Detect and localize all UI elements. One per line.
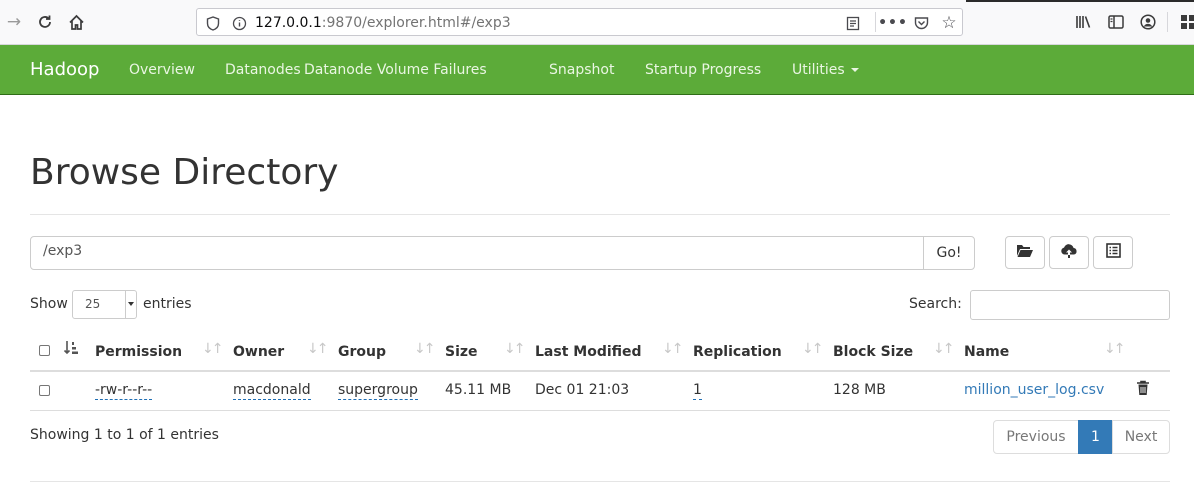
nav-datanodes[interactable]: Datanodes (225, 62, 301, 78)
sort-icon[interactable]: ↓↑ (414, 341, 436, 357)
column-header-replication[interactable]: Replication (693, 344, 782, 360)
list-alt-icon (1105, 243, 1121, 262)
next-page-button[interactable]: Next (1112, 420, 1170, 454)
url-text[interactable]: 127.0.0.1:9870/explorer.html#/exp3 (255, 15, 511, 31)
sort-icon[interactable]: ↓↑ (202, 341, 224, 357)
cell-owner[interactable]: macdonald (233, 382, 311, 400)
url-bar[interactable]: 127.0.0.1:9870/explorer.html#/exp3 ••• ☆ (196, 8, 963, 36)
column-header-owner[interactable]: Owner (233, 344, 284, 360)
search-input[interactable] (970, 290, 1170, 320)
group-value: supergroup (338, 382, 418, 400)
column-header-group[interactable]: Group (338, 344, 386, 360)
select-arrow-icon (125, 291, 136, 318)
nav-datanode-volume-failures[interactable]: Datanode Volume Failures (304, 62, 487, 78)
reader-view-icon[interactable] (843, 13, 863, 33)
page-length-select[interactable]: 25 (72, 290, 137, 319)
caret-down-icon (850, 68, 859, 72)
folder-open-icon (1016, 243, 1034, 262)
account-icon[interactable] (1137, 11, 1159, 33)
entries-label: entries (143, 296, 192, 312)
search-label: Search: (909, 296, 962, 312)
pocket-icon[interactable] (911, 13, 931, 33)
column-header-last-modified[interactable]: Last Modified (535, 344, 642, 360)
delete-trash-icon[interactable] (1136, 380, 1150, 400)
sort-icon[interactable]: ↓↑ (662, 341, 684, 357)
table-header-divider (30, 370, 1170, 372)
cell-replication[interactable]: 1 (693, 382, 702, 400)
browser-toolbar: → 127.0.0.1:9870/explorer.html#/exp3 •••… (0, 0, 1194, 45)
page-1-button[interactable]: 1 (1078, 420, 1113, 454)
nav-startup-progress[interactable]: Startup Progress (645, 62, 761, 78)
nav-snapshot[interactable]: Snapshot (549, 62, 614, 78)
more-actions-icon[interactable]: ••• (878, 13, 907, 33)
sort-icon[interactable]: ↓↑ (307, 341, 329, 357)
nav-utilities-label: Utilities (792, 62, 845, 78)
info-icon[interactable] (229, 13, 249, 33)
go-button[interactable]: Go! (923, 236, 975, 270)
nav-utilities-dropdown[interactable]: Utilities (792, 62, 859, 78)
page-title: Browse Directory (30, 152, 339, 193)
previous-page-button[interactable]: Previous (993, 420, 1079, 454)
sort-icon[interactable]: ↓↑ (802, 341, 824, 357)
page-length-value: 25 (85, 297, 101, 311)
select-all-checkbox[interactable] (39, 345, 50, 356)
column-header-block-size[interactable]: Block Size (833, 344, 913, 360)
bookmark-star-icon[interactable]: ☆ (939, 13, 959, 33)
sort-icon[interactable]: ↓↑ (933, 341, 955, 357)
sort-icon[interactable]: ↓↑ (504, 341, 526, 357)
cell-last-modified: Dec 01 21:03 (535, 382, 630, 398)
tab-strip-edge (966, 0, 1194, 2)
file-name-link[interactable]: million_user_log.csv (964, 382, 1104, 398)
directory-path-input[interactable]: /exp3 (30, 236, 924, 270)
column-header-permission[interactable]: Permission (95, 344, 182, 360)
cloud-upload-icon (1060, 243, 1078, 262)
column-header-size[interactable]: Size (445, 344, 478, 360)
create-directory-button[interactable] (1005, 236, 1045, 269)
cell-block-size: 128 MB (833, 382, 886, 398)
cell-group[interactable]: supergroup (338, 382, 418, 400)
reload-icon[interactable] (34, 11, 56, 33)
table-info: Showing 1 to 1 of 1 entries (30, 427, 219, 443)
replication-value: 1 (693, 382, 702, 400)
library-icon[interactable] (1072, 11, 1094, 33)
cell-size: 45.11 MB (445, 382, 512, 398)
sidebar-icon[interactable] (1105, 11, 1127, 33)
upload-button[interactable] (1049, 236, 1089, 269)
show-label: Show (30, 296, 68, 312)
sort-icon[interactable]: ↓↑ (1104, 341, 1126, 357)
cut-paste-button[interactable] (1093, 236, 1133, 269)
table-row-divider (30, 410, 1170, 411)
home-icon[interactable] (65, 11, 87, 33)
cell-permission[interactable]: -rw-r--r-- (95, 382, 153, 400)
owner-value: macdonald (233, 382, 311, 400)
nav-overview[interactable]: Overview (129, 62, 195, 78)
forward-icon[interactable]: → (3, 11, 25, 33)
extensions-icon[interactable] (1177, 11, 1194, 33)
title-divider (30, 214, 1170, 215)
navbar: Hadoop Overview Datanodes Datanode Volum… (0, 45, 1194, 95)
permission-value: -rw-r--r-- (95, 382, 153, 400)
shield-icon[interactable] (203, 13, 223, 33)
toolbar-separator (1167, 12, 1168, 32)
row-checkbox[interactable] (39, 385, 50, 396)
column-header-name[interactable]: Name (964, 344, 1009, 360)
sort-numeric-icon[interactable] (63, 340, 79, 360)
navbar-brand[interactable]: Hadoop (30, 59, 99, 80)
url-separator (875, 12, 876, 32)
